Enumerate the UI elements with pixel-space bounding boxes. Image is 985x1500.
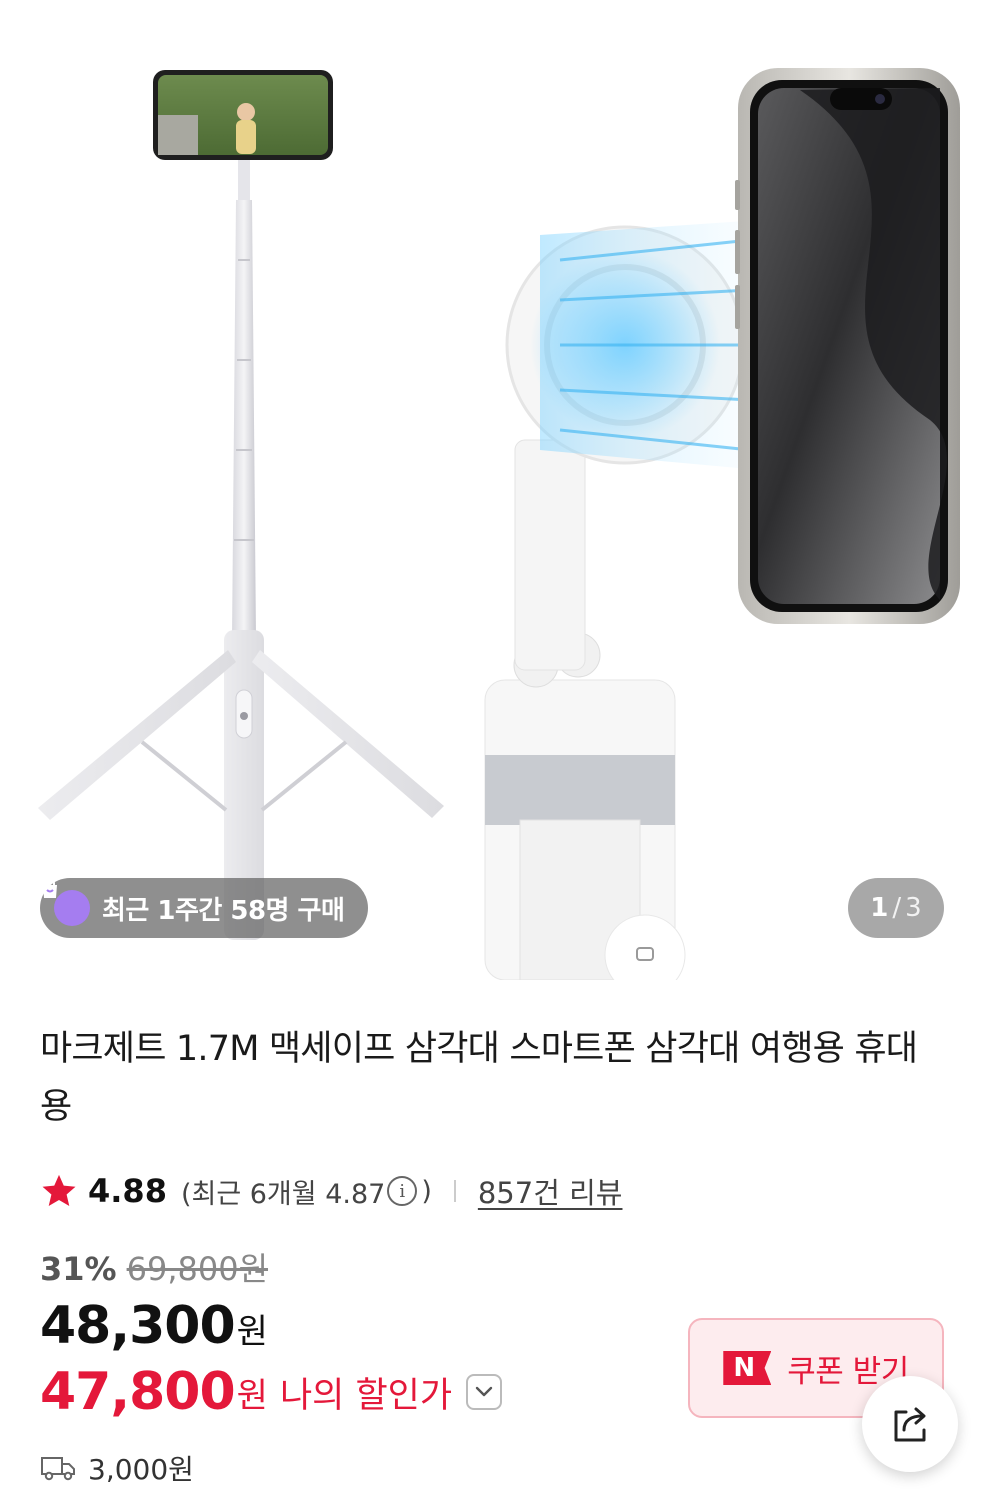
truck-icon — [41, 1457, 75, 1481]
divider — [453, 1180, 456, 1202]
review-count-link[interactable]: 857건 리뷰 — [478, 1170, 623, 1212]
total-pages: 3 — [905, 893, 922, 923]
naver-n-logo: N — [723, 1351, 772, 1385]
sale-price-value: 48,300 — [40, 1296, 236, 1356]
star-icon — [42, 1174, 76, 1207]
sale-price-unit: 원 — [236, 1312, 268, 1352]
recent-rating: (최근 6개월 4.87 i ) — [181, 1172, 432, 1211]
page-separator: / — [892, 893, 902, 923]
shopping-bag-icon — [43, 878, 90, 926]
rating-row: 4.88 (최근 6개월 4.87 i ) 857건 리뷰 — [40, 1168, 622, 1214]
my-discount-price[interactable]: 47,800 원 나의 할인가 — [40, 1362, 503, 1422]
my-price-label: 나의 할인가 — [279, 1375, 453, 1416]
recent-buyers-text: 최근 1주간 58명 구매 — [102, 895, 345, 926]
info-icon[interactable]: i — [387, 1176, 418, 1206]
rating-value: 4.88 — [88, 1172, 167, 1210]
image-page-indicator: 1 / 3 — [848, 878, 944, 938]
shipping-fee-row: 3,000원 — [40, 1448, 194, 1488]
product-title: 마크제트 1.7M 맥세이프 삼각대 스마트폰 삼각대 여행용 휴대용 — [40, 1029, 918, 1127]
share-icon — [894, 1407, 926, 1442]
current-page: 1 — [870, 893, 889, 923]
original-price: 69,800원 — [126, 1250, 269, 1288]
shipping-fee: 3,000원 — [88, 1453, 194, 1486]
discount-rate: 31% — [40, 1250, 117, 1288]
my-price-value: 47,800 — [40, 1362, 236, 1422]
my-price-unit: 원 — [236, 1375, 268, 1416]
recent-rating-close: ) — [421, 1175, 432, 1207]
sale-price: 48,300 원 — [40, 1296, 268, 1356]
share-button[interactable] — [862, 1376, 958, 1472]
discount-row: 31% 69,800원 — [40, 1244, 268, 1290]
product-photo — [38, 68, 960, 980]
chevron-down-icon[interactable] — [466, 1374, 503, 1410]
recent-buyers-badge: 최근 1주간 58명 구매 — [40, 878, 368, 938]
recent-rating-text: (최근 6개월 4.87 — [180, 1178, 386, 1210]
product-image-gallery[interactable]: 최근 1주간 58명 구매 1 / 3 — [0, 0, 985, 980]
